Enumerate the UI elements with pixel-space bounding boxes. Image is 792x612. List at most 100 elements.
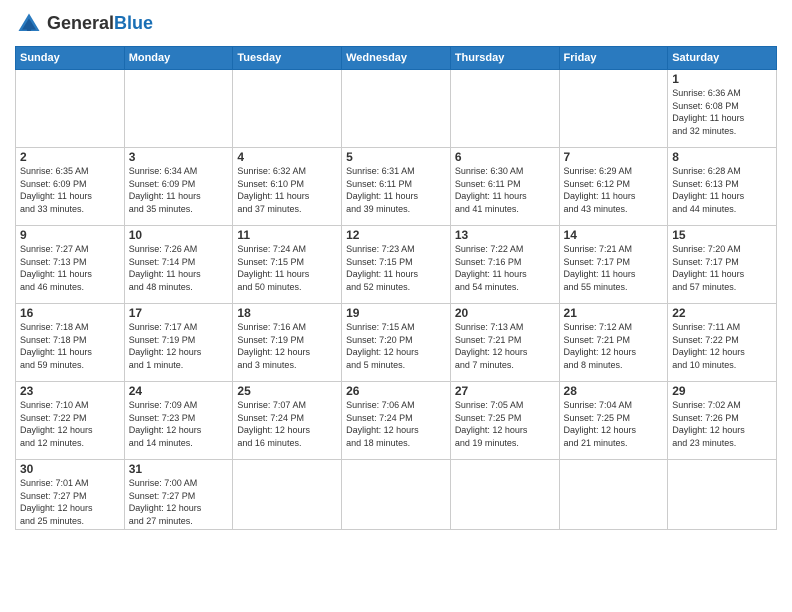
calendar-cell: 20Sunrise: 7:13 AM Sunset: 7:21 PM Dayli… xyxy=(450,304,559,382)
day-info: Sunrise: 6:35 AM Sunset: 6:09 PM Dayligh… xyxy=(20,165,120,215)
calendar-page: GeneralBlue SundayMondayTuesdayWednesday… xyxy=(0,0,792,612)
day-info: Sunrise: 7:26 AM Sunset: 7:14 PM Dayligh… xyxy=(129,243,229,293)
calendar-cell: 7Sunrise: 6:29 AM Sunset: 6:12 PM Daylig… xyxy=(559,148,668,226)
day-number: 29 xyxy=(672,384,772,398)
calendar-cell: 5Sunrise: 6:31 AM Sunset: 6:11 PM Daylig… xyxy=(342,148,451,226)
day-number: 1 xyxy=(672,72,772,86)
calendar-cell: 31Sunrise: 7:00 AM Sunset: 7:27 PM Dayli… xyxy=(124,460,233,530)
calendar-week-4: 23Sunrise: 7:10 AM Sunset: 7:22 PM Dayli… xyxy=(16,382,777,460)
day-info: Sunrise: 7:02 AM Sunset: 7:26 PM Dayligh… xyxy=(672,399,772,449)
day-info: Sunrise: 7:17 AM Sunset: 7:19 PM Dayligh… xyxy=(129,321,229,371)
day-number: 24 xyxy=(129,384,229,398)
calendar-cell: 10Sunrise: 7:26 AM Sunset: 7:14 PM Dayli… xyxy=(124,226,233,304)
calendar-cell: 8Sunrise: 6:28 AM Sunset: 6:13 PM Daylig… xyxy=(668,148,777,226)
day-info: Sunrise: 7:10 AM Sunset: 7:22 PM Dayligh… xyxy=(20,399,120,449)
calendar-cell xyxy=(668,460,777,530)
calendar-cell: 16Sunrise: 7:18 AM Sunset: 7:18 PM Dayli… xyxy=(16,304,125,382)
day-info: Sunrise: 6:32 AM Sunset: 6:10 PM Dayligh… xyxy=(237,165,337,215)
day-info: Sunrise: 7:18 AM Sunset: 7:18 PM Dayligh… xyxy=(20,321,120,371)
calendar-cell: 1Sunrise: 6:36 AM Sunset: 6:08 PM Daylig… xyxy=(668,70,777,148)
day-number: 16 xyxy=(20,306,120,320)
weekday-header-saturday: Saturday xyxy=(668,47,777,70)
calendar-cell: 6Sunrise: 6:30 AM Sunset: 6:11 PM Daylig… xyxy=(450,148,559,226)
day-number: 18 xyxy=(237,306,337,320)
calendar-week-0: 1Sunrise: 6:36 AM Sunset: 6:08 PM Daylig… xyxy=(16,70,777,148)
day-number: 27 xyxy=(455,384,555,398)
day-info: Sunrise: 7:23 AM Sunset: 7:15 PM Dayligh… xyxy=(346,243,446,293)
day-info: Sunrise: 6:30 AM Sunset: 6:11 PM Dayligh… xyxy=(455,165,555,215)
calendar-cell xyxy=(233,70,342,148)
day-info: Sunrise: 6:34 AM Sunset: 6:09 PM Dayligh… xyxy=(129,165,229,215)
weekday-header-sunday: Sunday xyxy=(16,47,125,70)
calendar-cell xyxy=(450,460,559,530)
calendar-cell: 12Sunrise: 7:23 AM Sunset: 7:15 PM Dayli… xyxy=(342,226,451,304)
logo-text: GeneralBlue xyxy=(47,14,153,34)
day-number: 20 xyxy=(455,306,555,320)
calendar-table: SundayMondayTuesdayWednesdayThursdayFrid… xyxy=(15,46,777,530)
day-info: Sunrise: 7:07 AM Sunset: 7:24 PM Dayligh… xyxy=(237,399,337,449)
day-info: Sunrise: 6:31 AM Sunset: 6:11 PM Dayligh… xyxy=(346,165,446,215)
logo-icon xyxy=(15,10,43,38)
day-info: Sunrise: 7:27 AM Sunset: 7:13 PM Dayligh… xyxy=(20,243,120,293)
day-number: 26 xyxy=(346,384,446,398)
day-info: Sunrise: 7:15 AM Sunset: 7:20 PM Dayligh… xyxy=(346,321,446,371)
calendar-cell xyxy=(450,70,559,148)
day-info: Sunrise: 7:05 AM Sunset: 7:25 PM Dayligh… xyxy=(455,399,555,449)
calendar-cell: 22Sunrise: 7:11 AM Sunset: 7:22 PM Dayli… xyxy=(668,304,777,382)
day-number: 10 xyxy=(129,228,229,242)
day-number: 22 xyxy=(672,306,772,320)
day-info: Sunrise: 7:01 AM Sunset: 7:27 PM Dayligh… xyxy=(20,477,120,527)
weekday-header-monday: Monday xyxy=(124,47,233,70)
calendar-cell: 23Sunrise: 7:10 AM Sunset: 7:22 PM Dayli… xyxy=(16,382,125,460)
day-info: Sunrise: 7:12 AM Sunset: 7:21 PM Dayligh… xyxy=(564,321,664,371)
calendar-cell: 9Sunrise: 7:27 AM Sunset: 7:13 PM Daylig… xyxy=(16,226,125,304)
day-number: 31 xyxy=(129,462,229,476)
calendar-week-5: 30Sunrise: 7:01 AM Sunset: 7:27 PM Dayli… xyxy=(16,460,777,530)
day-number: 19 xyxy=(346,306,446,320)
calendar-cell: 25Sunrise: 7:07 AM Sunset: 7:24 PM Dayli… xyxy=(233,382,342,460)
day-number: 7 xyxy=(564,150,664,164)
day-info: Sunrise: 7:22 AM Sunset: 7:16 PM Dayligh… xyxy=(455,243,555,293)
day-info: Sunrise: 7:24 AM Sunset: 7:15 PM Dayligh… xyxy=(237,243,337,293)
calendar-cell: 19Sunrise: 7:15 AM Sunset: 7:20 PM Dayli… xyxy=(342,304,451,382)
calendar-cell: 18Sunrise: 7:16 AM Sunset: 7:19 PM Dayli… xyxy=(233,304,342,382)
day-number: 28 xyxy=(564,384,664,398)
header: GeneralBlue xyxy=(15,10,777,38)
calendar-cell xyxy=(16,70,125,148)
calendar-cell: 4Sunrise: 6:32 AM Sunset: 6:10 PM Daylig… xyxy=(233,148,342,226)
day-info: Sunrise: 6:29 AM Sunset: 6:12 PM Dayligh… xyxy=(564,165,664,215)
calendar-cell: 15Sunrise: 7:20 AM Sunset: 7:17 PM Dayli… xyxy=(668,226,777,304)
calendar-cell xyxy=(559,460,668,530)
calendar-cell: 26Sunrise: 7:06 AM Sunset: 7:24 PM Dayli… xyxy=(342,382,451,460)
day-number: 2 xyxy=(20,150,120,164)
calendar-cell: 2Sunrise: 6:35 AM Sunset: 6:09 PM Daylig… xyxy=(16,148,125,226)
calendar-cell: 29Sunrise: 7:02 AM Sunset: 7:26 PM Dayli… xyxy=(668,382,777,460)
weekday-header-wednesday: Wednesday xyxy=(342,47,451,70)
weekday-header-tuesday: Tuesday xyxy=(233,47,342,70)
day-number: 14 xyxy=(564,228,664,242)
day-info: Sunrise: 6:36 AM Sunset: 6:08 PM Dayligh… xyxy=(672,87,772,137)
calendar-cell: 17Sunrise: 7:17 AM Sunset: 7:19 PM Dayli… xyxy=(124,304,233,382)
calendar-cell: 30Sunrise: 7:01 AM Sunset: 7:27 PM Dayli… xyxy=(16,460,125,530)
day-info: Sunrise: 7:11 AM Sunset: 7:22 PM Dayligh… xyxy=(672,321,772,371)
calendar-cell: 3Sunrise: 6:34 AM Sunset: 6:09 PM Daylig… xyxy=(124,148,233,226)
day-info: Sunrise: 7:13 AM Sunset: 7:21 PM Dayligh… xyxy=(455,321,555,371)
day-info: Sunrise: 7:04 AM Sunset: 7:25 PM Dayligh… xyxy=(564,399,664,449)
day-number: 13 xyxy=(455,228,555,242)
logo: GeneralBlue xyxy=(15,10,153,38)
day-info: Sunrise: 7:00 AM Sunset: 7:27 PM Dayligh… xyxy=(129,477,229,527)
day-number: 5 xyxy=(346,150,446,164)
calendar-cell xyxy=(124,70,233,148)
day-number: 12 xyxy=(346,228,446,242)
day-number: 11 xyxy=(237,228,337,242)
calendar-cell: 14Sunrise: 7:21 AM Sunset: 7:17 PM Dayli… xyxy=(559,226,668,304)
day-info: Sunrise: 7:20 AM Sunset: 7:17 PM Dayligh… xyxy=(672,243,772,293)
calendar-week-2: 9Sunrise: 7:27 AM Sunset: 7:13 PM Daylig… xyxy=(16,226,777,304)
day-number: 17 xyxy=(129,306,229,320)
calendar-cell xyxy=(342,70,451,148)
day-number: 30 xyxy=(20,462,120,476)
calendar-week-1: 2Sunrise: 6:35 AM Sunset: 6:09 PM Daylig… xyxy=(16,148,777,226)
day-number: 25 xyxy=(237,384,337,398)
day-number: 6 xyxy=(455,150,555,164)
calendar-cell xyxy=(342,460,451,530)
